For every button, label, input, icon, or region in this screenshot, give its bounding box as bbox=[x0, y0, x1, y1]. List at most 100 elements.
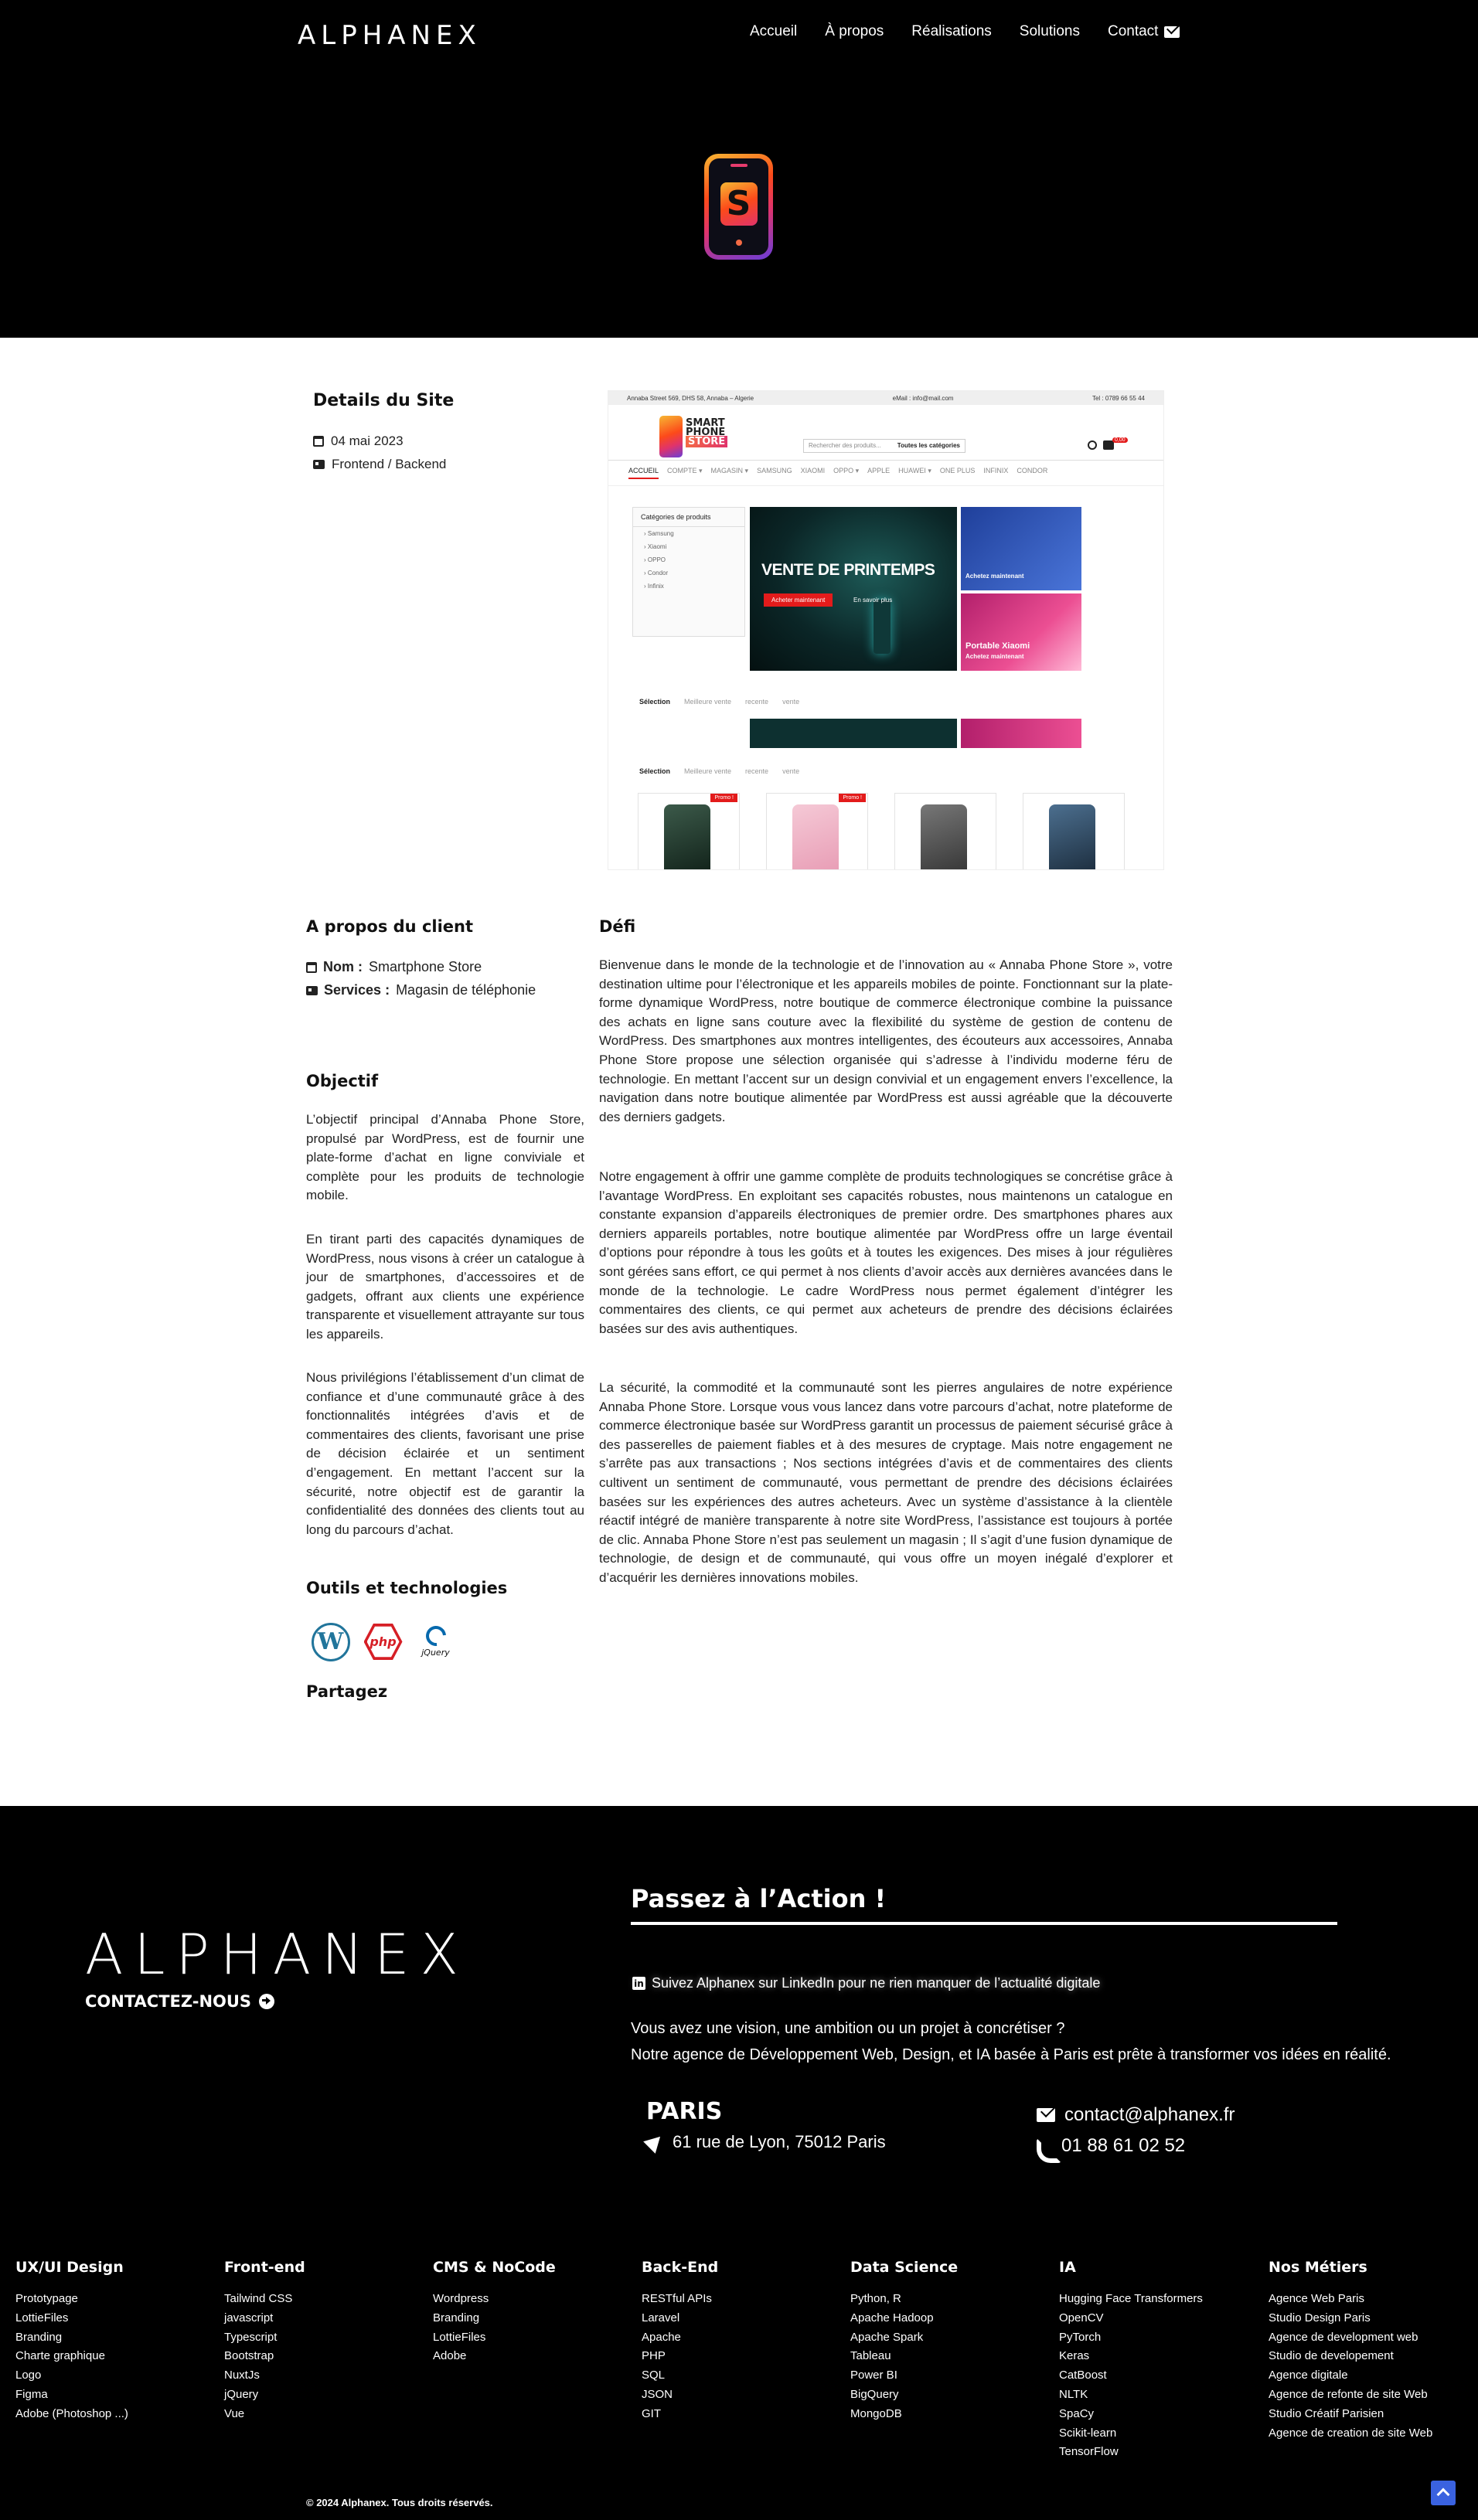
shot-category: › Condor bbox=[644, 570, 669, 576]
footer-linkedin-link[interactable]: in Suivez Alphanex sur LinkedIn pour ne … bbox=[632, 1975, 1100, 1991]
objectif-paragraph-1: L’objectif principal d’Annaba Phone Stor… bbox=[306, 1112, 584, 1203]
footer-link[interactable]: Agence digitale bbox=[1269, 2366, 1432, 2386]
footer-logo[interactable]: ALPHANEX bbox=[85, 1922, 469, 1987]
footer-link[interactable]: Logo bbox=[15, 2366, 128, 2386]
footer-link[interactable]: Agence de creation de site Web bbox=[1269, 2424, 1432, 2443]
shot-logo-icon bbox=[659, 416, 683, 457]
footer-link[interactable]: javascript bbox=[224, 2309, 305, 2328]
tools-title: Outils et technologies bbox=[306, 1579, 508, 1597]
shot-tab: Meilleure vente bbox=[684, 767, 732, 775]
footer-link[interactable]: JSON bbox=[642, 2386, 718, 2405]
project-app-icon: S bbox=[704, 154, 773, 260]
footer-link[interactable]: Apache bbox=[642, 2328, 718, 2348]
footer-link[interactable]: Keras bbox=[1059, 2347, 1203, 2366]
nav-contact-label: Contact bbox=[1107, 23, 1159, 39]
footer-link[interactable]: LottieFiles bbox=[433, 2328, 556, 2348]
shot-nav-item: APPLE bbox=[867, 467, 891, 474]
footer-link[interactable]: Python, R bbox=[850, 2290, 958, 2309]
shot-search-placeholder: Rechercher des produits... bbox=[809, 442, 881, 449]
footer-link[interactable]: SpaCy bbox=[1059, 2405, 1203, 2424]
user-icon bbox=[1088, 440, 1097, 450]
footer-link[interactable]: Wordpress bbox=[433, 2290, 556, 2309]
footer-link[interactable]: Branding bbox=[433, 2309, 556, 2328]
footer-cta-divider bbox=[631, 1922, 1337, 1925]
footer-link[interactable]: Figma bbox=[15, 2386, 128, 2405]
footer-link[interactable]: Adobe bbox=[433, 2347, 556, 2366]
footer-link[interactable]: LottieFiles bbox=[15, 2309, 128, 2328]
shot-promo-card-1: Achetez maintenant bbox=[961, 507, 1081, 590]
shot-nav-item: INFINIX bbox=[983, 467, 1009, 474]
footer-link[interactable]: PHP bbox=[642, 2347, 718, 2366]
shot-categories-title: Catégories de produits bbox=[633, 508, 744, 527]
footer-link[interactable]: Agence de development web bbox=[1269, 2328, 1432, 2348]
client-name-row: Nom : Smartphone Store bbox=[306, 959, 482, 975]
nav-a-propos[interactable]: À propos bbox=[825, 23, 884, 40]
footer-link[interactable]: SQL bbox=[642, 2366, 718, 2386]
footer-link[interactable]: MongoDB bbox=[850, 2405, 958, 2424]
footer-link[interactable]: OpenCV bbox=[1059, 2309, 1203, 2328]
footer-link[interactable]: Apache Spark bbox=[850, 2328, 958, 2348]
footer-link[interactable]: Charte graphique bbox=[15, 2347, 128, 2366]
footer-link[interactable]: Agence Web Paris bbox=[1269, 2290, 1432, 2309]
objectif-title: Objectif bbox=[306, 1072, 379, 1090]
cart-icon: 0,00 bbox=[1103, 437, 1128, 450]
footer-link[interactable]: Hugging Face Transformers bbox=[1059, 2290, 1203, 2309]
footer-link[interactable]: Apache Hadoop bbox=[850, 2309, 958, 2328]
footer-contact-link[interactable]: CONTACTEZ-NOUS bbox=[85, 1992, 275, 2011]
footer-link[interactable]: Tableau bbox=[850, 2347, 958, 2366]
shot-tab: recente bbox=[745, 767, 769, 775]
footer-link[interactable]: NuxtJs bbox=[224, 2366, 305, 2386]
back-to-top-button[interactable] bbox=[1431, 2481, 1456, 2505]
footer-link[interactable]: TensorFlow bbox=[1059, 2443, 1203, 2462]
client-services-label: Services : bbox=[324, 982, 390, 998]
arrow-right-icon bbox=[259, 1994, 275, 2009]
php-icon: php bbox=[362, 1620, 404, 1663]
shot-banner-title: VENTE DE PRINTEMPS bbox=[761, 561, 935, 579]
footer-link[interactable]: CatBoost bbox=[1059, 2366, 1203, 2386]
nav-contact[interactable]: Contact bbox=[1108, 23, 1180, 40]
footer-link[interactable]: Agence de refonte de site Web bbox=[1269, 2386, 1432, 2405]
footer-link[interactable]: Scikit-learn bbox=[1059, 2424, 1203, 2443]
nav-solutions[interactable]: Solutions bbox=[1020, 23, 1080, 40]
nav-accueil[interactable]: Accueil bbox=[750, 23, 797, 40]
shot-tab: Meilleure vente bbox=[684, 698, 732, 706]
footer-link[interactable]: Bootstrap bbox=[224, 2347, 305, 2366]
calendar-icon bbox=[313, 436, 324, 447]
footer-link[interactable]: Laravel bbox=[642, 2309, 718, 2328]
shot-card2-title: Portable Xiaomi bbox=[965, 641, 1030, 651]
client-name: Smartphone Store bbox=[369, 959, 482, 974]
footer-link[interactable]: Studio Créatif Parisien bbox=[1269, 2405, 1432, 2424]
shot-banner-strip bbox=[750, 719, 957, 748]
tools-list: W php jQuery bbox=[309, 1620, 457, 1663]
footer-link[interactable]: Branding bbox=[15, 2328, 128, 2348]
footer-link[interactable]: Adobe (Photoshop ...) bbox=[15, 2405, 128, 2424]
footer-link[interactable]: NLTK bbox=[1059, 2386, 1203, 2405]
footer-phone-link[interactable]: 01 88 61 02 52 bbox=[1037, 2135, 1185, 2157]
footer-link[interactable]: Vue bbox=[224, 2405, 305, 2424]
footer-link[interactable]: Power BI bbox=[850, 2366, 958, 2386]
detail-type: Frontend / Backend bbox=[313, 457, 446, 472]
defi-paragraph-2: Notre engagement à offrir une gamme comp… bbox=[599, 1169, 1173, 1336]
footer-link[interactable]: Prototypage bbox=[15, 2290, 128, 2309]
footer-link[interactable]: PyTorch bbox=[1059, 2328, 1203, 2348]
footer-email-link[interactable]: contact@alphanex.fr bbox=[1037, 2104, 1235, 2126]
footer-link[interactable]: jQuery bbox=[224, 2386, 305, 2405]
footer-link[interactable]: Studio de developement bbox=[1269, 2347, 1432, 2366]
shot-nav-item: CONDOR bbox=[1017, 467, 1048, 474]
footer-link[interactable]: BigQuery bbox=[850, 2386, 958, 2405]
linkedin-icon: in bbox=[632, 1977, 645, 1990]
nav-realisations[interactable]: Réalisations bbox=[911, 23, 992, 40]
shot-card2-buy: Achetez maintenant bbox=[965, 653, 1024, 660]
shot-nav: ACCUEIL COMPTE ▾ MAGASIN ▾ SAMSUNG XIAOM… bbox=[608, 461, 1163, 486]
phone-icon bbox=[1037, 2138, 1052, 2154]
shot-promo-card-2: Portable Xiaomi Achetez maintenant bbox=[961, 593, 1081, 671]
site-logo[interactable]: ALPHANEX bbox=[298, 20, 482, 51]
shot-product-image bbox=[792, 804, 839, 869]
footer-column-title: IA bbox=[1059, 2259, 1076, 2276]
footer-link[interactable]: Studio Design Paris bbox=[1269, 2309, 1432, 2328]
footer-link[interactable]: RESTful APIs bbox=[642, 2290, 718, 2309]
app-icon-letter: S bbox=[720, 182, 758, 226]
footer-link[interactable]: GIT bbox=[642, 2405, 718, 2424]
footer-link[interactable]: Typescript bbox=[224, 2328, 305, 2348]
footer-link[interactable]: Tailwind CSS bbox=[224, 2290, 305, 2309]
